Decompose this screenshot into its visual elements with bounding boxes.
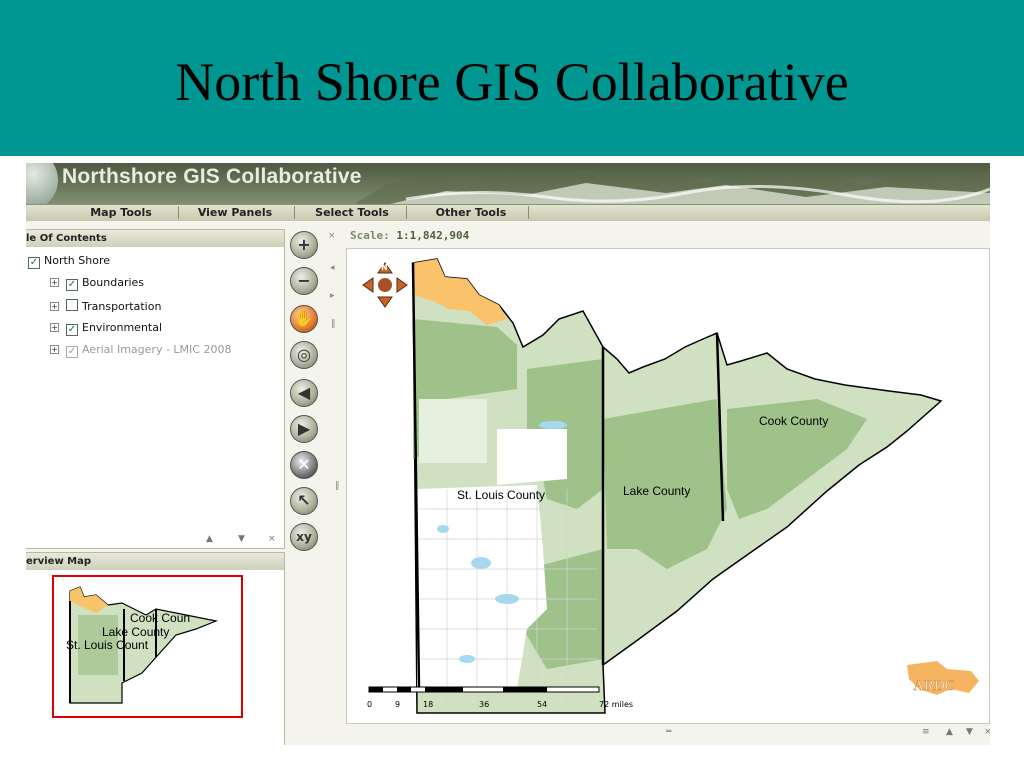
checkbox-checked-icon[interactable]: ✓ bbox=[66, 324, 78, 336]
overview-label-cook: Cook Coun bbox=[130, 611, 190, 625]
forward-arrow-button[interactable]: ▶ bbox=[290, 415, 318, 443]
label-lake-county: Lake County bbox=[623, 484, 690, 498]
svg-text:36: 36 bbox=[479, 700, 489, 709]
ardc-logo-text: ARDC bbox=[913, 678, 955, 694]
svg-text:9: 9 bbox=[395, 700, 400, 709]
menu-map-tools[interactable]: Map Tools bbox=[66, 205, 176, 221]
panel-up-control[interactable]: ▲ bbox=[206, 534, 213, 544]
checkbox-checked-icon[interactable]: ✓ bbox=[28, 257, 40, 269]
expand-icon[interactable]: + bbox=[50, 278, 59, 287]
menu-other-tools[interactable]: Other Tools bbox=[416, 205, 526, 221]
toc-item-environmental[interactable]: + ✓ Environmental bbox=[50, 321, 163, 336]
map-close-icon[interactable]: × bbox=[984, 727, 990, 737]
map-tool-column: + − ✋ ◎ ◀ ▶ ✕ ↖ xy bbox=[288, 229, 326, 559]
main-map[interactable]: St. Louis County Lake County Cook County… bbox=[346, 248, 990, 724]
overview-map[interactable]: Cook Coun Lake County St. Louis Count bbox=[26, 575, 284, 745]
overview-label-lake: Lake County bbox=[102, 625, 169, 639]
svg-text:18: 18 bbox=[423, 700, 433, 709]
pan-hand-button[interactable]: ✋ bbox=[290, 305, 318, 333]
toc-root-label: North Shore bbox=[44, 254, 110, 267]
clear-button[interactable]: ✕ bbox=[290, 451, 318, 479]
back-arrow-button[interactable]: ◀ bbox=[290, 379, 318, 407]
svg-text:54: 54 bbox=[537, 700, 547, 709]
zoom-out-button[interactable]: − bbox=[290, 267, 318, 295]
light-parcel bbox=[419, 399, 487, 463]
full-extent-button[interactable]: ◎ bbox=[290, 341, 318, 369]
north-label: N bbox=[381, 263, 388, 272]
toc-item-transportation[interactable]: + Transportation bbox=[50, 299, 161, 313]
title-banner: North Shore GIS Collaborative bbox=[0, 0, 1024, 156]
gis-app-window: Northshore GIS Collaborative Map Tools V… bbox=[26, 163, 990, 745]
panel-down-control[interactable]: ▼ bbox=[238, 534, 245, 544]
toc-item-boundaries[interactable]: + ✓ Boundaries bbox=[50, 276, 145, 291]
toc-root-item[interactable]: ✓ North Shore bbox=[28, 254, 110, 269]
lake bbox=[471, 557, 491, 569]
pan-compass-control[interactable]: N bbox=[362, 262, 408, 308]
panel-right-arrow-icon[interactable]: ▸ bbox=[330, 291, 335, 301]
toc-item-label: Aerial Imagery - LMIC 2008 bbox=[82, 343, 232, 356]
toc-item-label: Environmental bbox=[82, 321, 163, 334]
checkbox-checked-icon[interactable]: ✓ bbox=[66, 346, 78, 358]
panel-splitter-icon[interactable]: ‖ bbox=[331, 319, 336, 329]
lake bbox=[539, 421, 567, 429]
toc-item-aerial-imagery[interactable]: + ✓ Aerial Imagery - LMIC 2008 bbox=[50, 343, 232, 358]
toc-item-label: Transportation bbox=[82, 300, 162, 313]
panel-left-arrow-icon[interactable]: ◂ bbox=[330, 263, 335, 273]
panel-close-control[interactable]: × bbox=[268, 534, 276, 544]
checkbox-unchecked-icon[interactable] bbox=[66, 299, 78, 311]
white-parcel bbox=[497, 429, 567, 485]
expand-icon[interactable]: + bbox=[50, 302, 59, 311]
scale-prefix: Scale: bbox=[350, 229, 390, 242]
map-panel: Scale: 1:1,842,904 St. Louis County Lake… bbox=[342, 229, 990, 741]
collapse-panel-icon[interactable]: × bbox=[328, 231, 336, 241]
map-up-icon[interactable]: ▲ bbox=[946, 727, 953, 737]
map-canvas[interactable]: St. Louis County Lake County Cook County… bbox=[347, 249, 989, 723]
checkbox-checked-icon[interactable]: ✓ bbox=[66, 279, 78, 291]
lake bbox=[437, 525, 449, 533]
menu-select-tools[interactable]: Select Tools bbox=[302, 205, 402, 221]
zoom-in-button[interactable]: + bbox=[290, 231, 318, 259]
panel-splitter-grip-icon[interactable]: ‖ bbox=[335, 481, 340, 491]
shoreline-banner-image bbox=[356, 169, 990, 205]
expand-icon[interactable]: + bbox=[50, 345, 59, 354]
ardc-logo: ARDC bbox=[907, 661, 979, 695]
svg-text:72 miles: 72 miles bbox=[599, 700, 633, 709]
overview-header: erview Map bbox=[26, 553, 284, 570]
toc-item-label: Boundaries bbox=[82, 276, 145, 289]
lake bbox=[495, 594, 519, 604]
map-menu-icon[interactable]: ≡ bbox=[922, 727, 930, 737]
slide-title: North Shore GIS Collaborative bbox=[175, 52, 849, 112]
map-down-icon[interactable]: ▼ bbox=[966, 727, 973, 737]
scale-readout: Scale: 1:1,842,904 bbox=[350, 229, 469, 242]
map-splitter-grip-icon[interactable]: ═ bbox=[666, 727, 671, 737]
overview-label-stlouis: St. Louis Count bbox=[66, 638, 149, 652]
label-cook-county: Cook County bbox=[759, 414, 828, 428]
scale-value: 1:1,842,904 bbox=[396, 229, 470, 242]
toc-header: le Of Contents bbox=[26, 230, 284, 247]
overview-map-panel: erview Map Cook Coun Lake County St. Lou… bbox=[26, 552, 285, 745]
menu-view-panels[interactable]: View Panels bbox=[180, 205, 290, 221]
svg-text:0: 0 bbox=[367, 700, 372, 709]
identify-button[interactable]: ↖ bbox=[290, 487, 318, 515]
label-st-louis-county: St. Louis County bbox=[457, 488, 545, 502]
lake bbox=[459, 655, 475, 663]
table-of-contents-panel: le Of Contents ✓ North Shore + ✓ Boundaries… bbox=[26, 229, 285, 549]
expand-icon[interactable]: + bbox=[50, 323, 59, 332]
xy-locate-button[interactable]: xy bbox=[290, 523, 318, 551]
